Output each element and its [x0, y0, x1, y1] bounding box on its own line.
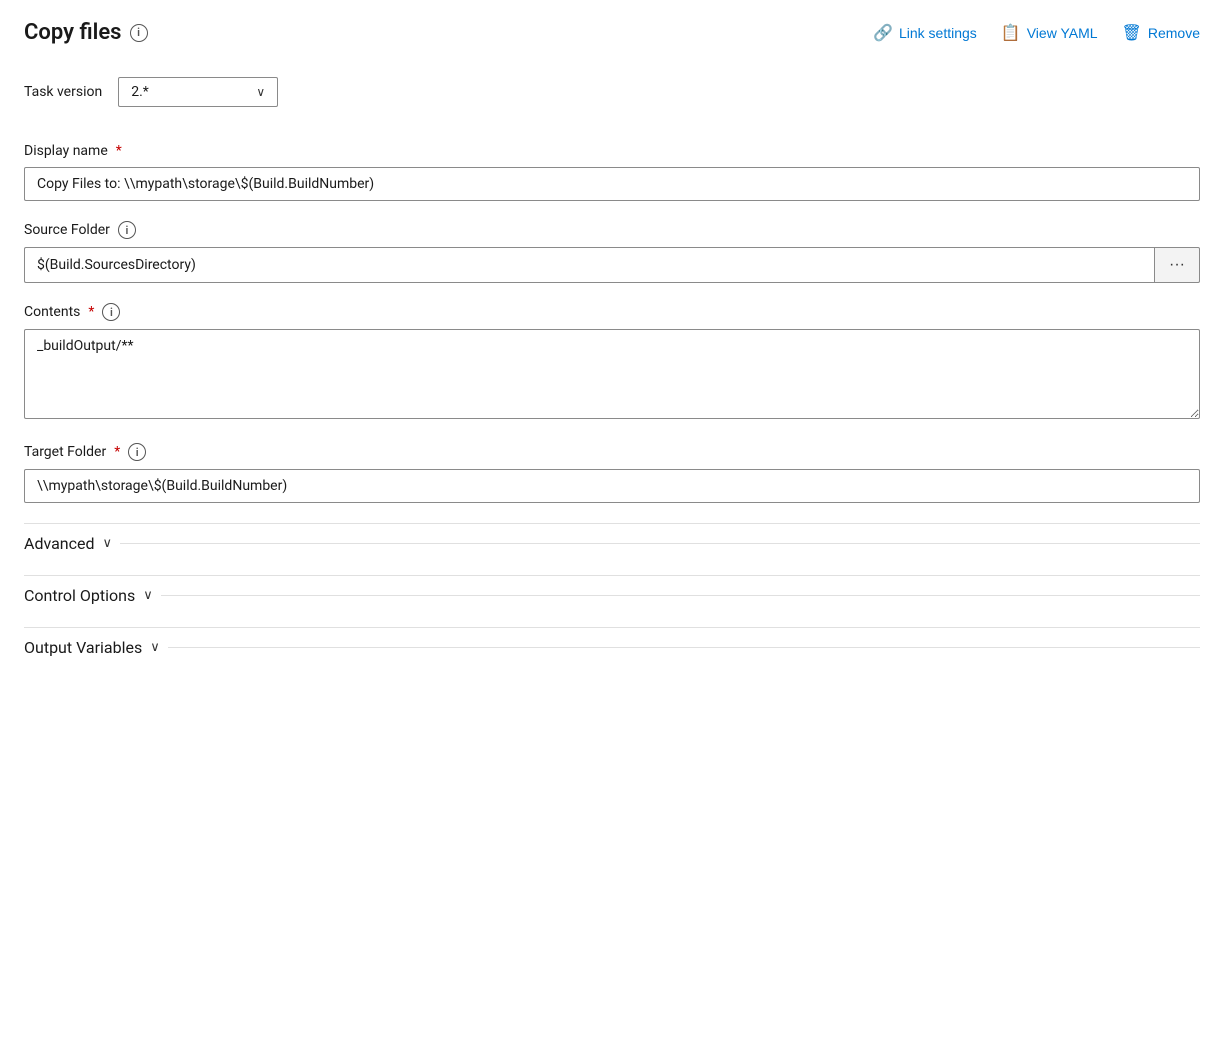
trash-icon: 🗑: [1122, 23, 1142, 43]
link-settings-label: Link settings: [899, 25, 977, 41]
display-name-label: Display name: [24, 143, 108, 159]
view-yaml-button[interactable]: 📋 View YAML: [1001, 23, 1098, 43]
link-icon: 🔗: [873, 23, 893, 43]
target-folder-label-row: Target Folder * i: [24, 443, 1200, 461]
task-version-value: 2.*: [131, 84, 149, 100]
display-name-label-row: Display name *: [24, 143, 1200, 159]
source-folder-label: Source Folder: [24, 222, 110, 238]
source-folder-input-row: ···: [24, 247, 1200, 283]
source-folder-group: Source Folder i ···: [24, 221, 1200, 283]
display-name-group: Display name *: [24, 143, 1200, 201]
contents-label: Contents: [24, 304, 80, 320]
display-name-input[interactable]: [24, 167, 1200, 201]
advanced-chevron-icon: ∨: [103, 536, 113, 551]
remove-button[interactable]: 🗑 Remove: [1122, 23, 1200, 43]
contents-textarea[interactable]: [24, 329, 1200, 419]
advanced-label: Advanced: [24, 534, 95, 553]
source-folder-input[interactable]: [24, 247, 1154, 283]
target-folder-info-icon[interactable]: i: [128, 443, 146, 461]
page-title: Copy files: [24, 20, 122, 45]
view-yaml-label: View YAML: [1027, 25, 1098, 41]
title-info-icon[interactable]: i: [130, 24, 148, 42]
task-version-chevron-icon: ∨: [256, 85, 265, 99]
advanced-divider-line: [120, 543, 1200, 544]
source-folder-ellipsis-button[interactable]: ···: [1154, 247, 1200, 283]
output-variables-label: Output Variables: [24, 638, 142, 657]
output-variables-chevron-icon: ∨: [150, 640, 160, 655]
control-options-chevron-icon: ∨: [143, 588, 153, 603]
output-variables-section[interactable]: Output Variables ∨: [24, 627, 1200, 667]
display-name-required: *: [116, 143, 122, 159]
advanced-section[interactable]: Advanced ∨: [24, 523, 1200, 563]
target-folder-label: Target Folder: [24, 444, 106, 460]
header-left: Copy files i: [24, 20, 148, 45]
source-folder-info-icon[interactable]: i: [118, 221, 136, 239]
target-folder-required: *: [114, 444, 120, 460]
contents-info-icon[interactable]: i: [102, 303, 120, 321]
target-folder-group: Target Folder * i: [24, 443, 1200, 503]
remove-label: Remove: [1148, 25, 1200, 41]
task-version-label: Task version: [24, 84, 102, 100]
control-options-section[interactable]: Control Options ∨: [24, 575, 1200, 615]
contents-group: Contents * i: [24, 303, 1200, 423]
target-folder-input[interactable]: [24, 469, 1200, 503]
clipboard-icon: 📋: [1001, 23, 1021, 43]
header: Copy files i 🔗 Link settings 📋 View YAML…: [24, 20, 1200, 45]
task-version-row: Task version 2.* ∨: [24, 77, 1200, 107]
contents-required: *: [88, 304, 94, 320]
contents-label-row: Contents * i: [24, 303, 1200, 321]
control-options-divider-line: [161, 595, 1200, 596]
control-options-label: Control Options: [24, 586, 135, 605]
header-actions: 🔗 Link settings 📋 View YAML 🗑 Remove: [873, 23, 1200, 43]
output-variables-divider-line: [168, 647, 1200, 648]
source-folder-label-row: Source Folder i: [24, 221, 1200, 239]
task-version-select[interactable]: 2.* ∨: [118, 77, 278, 107]
ellipsis-icon: ···: [1169, 256, 1185, 274]
link-settings-button[interactable]: 🔗 Link settings: [873, 23, 977, 43]
